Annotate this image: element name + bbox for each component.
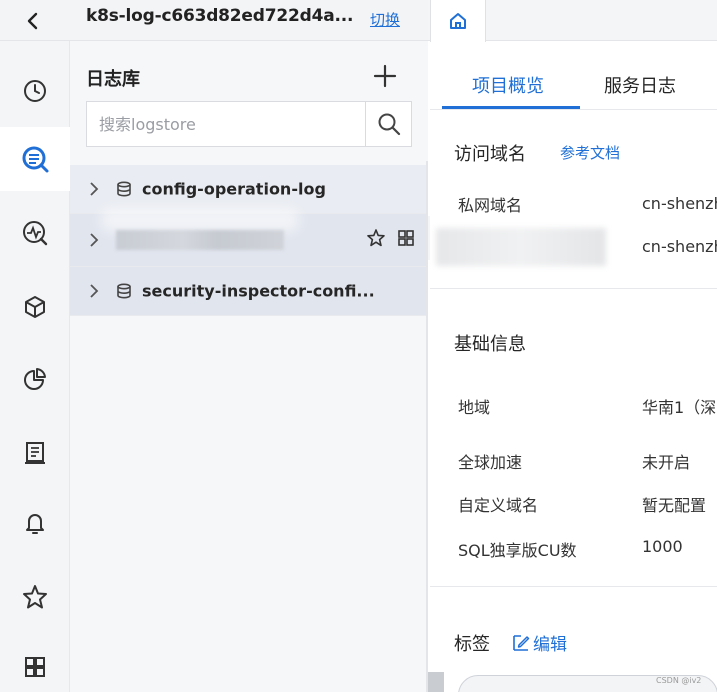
rail-item-history[interactable] xyxy=(0,59,70,123)
edit-icon xyxy=(513,634,530,651)
region-value: 华南1（深 xyxy=(642,398,717,417)
sql-cu-label: SQL独享版CU数 xyxy=(458,541,577,560)
section-divider xyxy=(430,288,717,289)
rail-item-reports[interactable] xyxy=(0,421,70,485)
access-domain-title: 访问域名 xyxy=(454,144,526,165)
private-domain-label: 私网域名 xyxy=(458,196,523,215)
bell-icon xyxy=(26,514,44,534)
redacted-glow xyxy=(100,208,300,232)
database-icon xyxy=(117,181,131,197)
content-scrollbar[interactable] xyxy=(428,672,444,692)
top-bar: k8s-log-c663d82ed722d4a... 切换 xyxy=(0,0,428,41)
edit-tags-label: 编辑 xyxy=(533,635,567,655)
search-icon xyxy=(378,113,400,136)
private-domain-value: cn-shenzh xyxy=(642,194,717,213)
star-icon xyxy=(23,585,47,609)
public-domain-value: cn-shenzh xyxy=(642,237,717,256)
report-icon xyxy=(25,442,45,464)
list-item[interactable]: config-operation-log xyxy=(70,165,428,214)
logstore-panel: 日志库 config-operation-log xyxy=(70,41,428,692)
clock-icon xyxy=(24,80,46,102)
pie-chart-icon xyxy=(24,368,46,390)
global-accel-label: 全球加速 xyxy=(458,453,523,472)
project-title: k8s-log-c663d82ed722d4a... xyxy=(86,6,354,26)
switch-project-link[interactable]: 切换 xyxy=(370,9,400,30)
search-box xyxy=(86,101,412,147)
section-divider xyxy=(430,586,717,587)
logstore-name: config-operation-log xyxy=(142,179,326,199)
content-tabs: 项目概览 服务日志 xyxy=(430,42,717,110)
database-icon xyxy=(117,283,131,299)
sql-cu-value: 1000 xyxy=(642,537,683,556)
tags-title: 标签 xyxy=(454,634,490,655)
rail-item-favorites[interactable] xyxy=(0,565,70,629)
logstore-name: security-inspector-confi... xyxy=(142,281,375,301)
global-accel-value: 未开启 xyxy=(642,453,691,472)
rail-item-resources[interactable] xyxy=(0,275,70,339)
rail-item-monitor[interactable] xyxy=(0,201,70,265)
rail-item-apps[interactable] xyxy=(0,635,70,692)
custom-domain-value: 暂无配置 xyxy=(642,496,707,515)
region-label: 地域 xyxy=(458,398,491,417)
icon-rail xyxy=(0,41,70,692)
watermark: CSDN @iv2 xyxy=(656,676,702,685)
back-button[interactable] xyxy=(18,6,48,36)
project-overview: 项目概览 服务日志 访问域名 参考文档 私网域名 cn-shenzh cn-sh… xyxy=(430,42,717,692)
chevron-right-icon[interactable] xyxy=(88,182,100,196)
rail-item-alerts[interactable] xyxy=(0,491,70,555)
redacted-domain-label xyxy=(436,228,606,266)
chevron-left-icon xyxy=(27,12,38,30)
home-tab[interactable] xyxy=(430,0,486,42)
cube-icon xyxy=(25,296,45,318)
grid-icon xyxy=(25,657,45,677)
list-item[interactable]: security-inspector-confi... xyxy=(70,267,428,316)
chevron-right-icon[interactable] xyxy=(88,233,100,247)
rail-item-dashboard[interactable] xyxy=(0,347,70,411)
redacted-logstore-name xyxy=(116,230,284,250)
logstore-list: config-operation-log security-inspector-… xyxy=(70,165,428,316)
search-input[interactable] xyxy=(87,102,365,146)
edit-tags-link[interactable]: 编辑 xyxy=(512,630,567,655)
panel-title: 日志库 xyxy=(86,69,140,90)
home-icon xyxy=(450,13,466,29)
active-tab-indicator xyxy=(442,106,580,109)
add-logstore-button[interactable] xyxy=(370,61,400,91)
grid-icon[interactable] xyxy=(396,228,416,248)
list-item[interactable] xyxy=(70,208,428,267)
tab-overview[interactable]: 项目概览 xyxy=(472,72,544,98)
tab-service-logs[interactable]: 服务日志 xyxy=(604,72,676,98)
plus-icon xyxy=(373,64,397,88)
search-button[interactable] xyxy=(365,102,411,146)
rail-item-logs[interactable] xyxy=(0,127,70,191)
custom-domain-label: 自定义域名 xyxy=(458,496,539,515)
chevron-right-icon[interactable] xyxy=(88,284,100,298)
monitor-icon xyxy=(23,221,48,246)
tab-strip xyxy=(428,0,717,42)
reference-doc-link[interactable]: 参考文档 xyxy=(560,142,620,163)
basic-info-title: 基础信息 xyxy=(454,334,526,355)
favorite-star-icon[interactable] xyxy=(366,228,386,248)
log-search-icon xyxy=(22,146,49,173)
